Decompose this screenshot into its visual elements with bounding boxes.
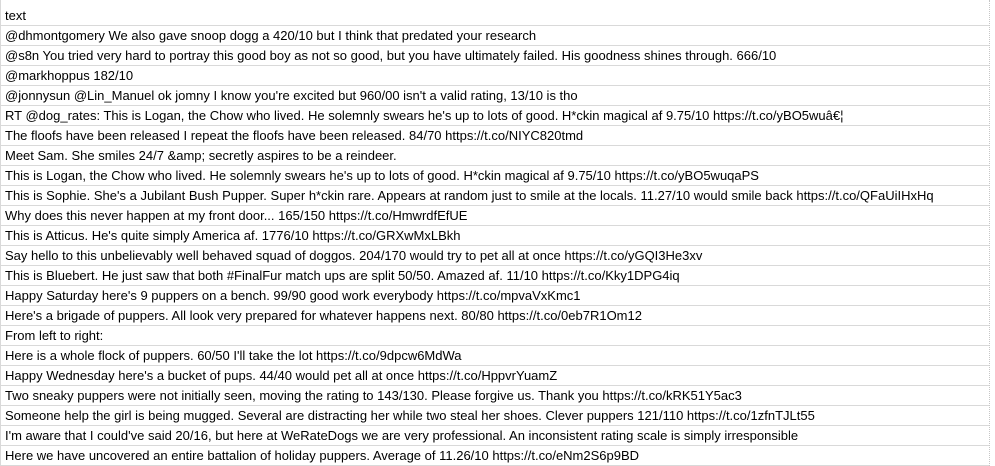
table-cell[interactable]: This is Sophie. She's a Jubilant Bush Pu…: [0, 186, 989, 206]
table-cell[interactable]: @dhmontgomery We also gave snoop dogg a …: [0, 26, 989, 46]
table-cell[interactable]: Here is a whole flock of puppers. 60/50 …: [0, 346, 989, 366]
spreadsheet-grid: text @dhmontgomery We also gave snoop do…: [0, 0, 995, 466]
table-cell[interactable]: This is Atticus. He's quite simply Ameri…: [0, 226, 989, 246]
table-cell[interactable]: RT @dog_rates: This is Logan, the Chow w…: [0, 106, 989, 126]
table-cell[interactable]: Two sneaky puppers were not initially se…: [0, 386, 989, 406]
table-cell[interactable]: From left to right:: [0, 326, 989, 346]
table-cell[interactable]: Here's a brigade of puppers. All look ve…: [0, 306, 989, 326]
table-cell[interactable]: I'm aware that I could've said 20/16, bu…: [0, 426, 989, 446]
table-cell[interactable]: @markhoppus 182/10: [0, 66, 989, 86]
table-cell[interactable]: Happy Wednesday here's a bucket of pups.…: [0, 366, 989, 386]
table-cell[interactable]: Someone help the girl is being mugged. S…: [0, 406, 989, 426]
table-cell[interactable]: @s8n You tried very hard to portray this…: [0, 46, 989, 66]
table-cell[interactable]: @jonnysun @Lin_Manuel ok jomny I know yo…: [0, 86, 989, 106]
table-cell[interactable]: Say hello to this unbelievably well beha…: [0, 246, 989, 266]
table-cell[interactable]: This is Logan, the Chow who lived. He so…: [0, 166, 989, 186]
column-divider[interactable]: [989, 0, 990, 466]
table-cell[interactable]: This is Bluebert. He just saw that both …: [0, 266, 989, 286]
table-cell[interactable]: Why does this never happen at my front d…: [0, 206, 989, 226]
table-cell[interactable]: Meet Sam. She smiles 24/7 &amp; secretly…: [0, 146, 989, 166]
table-cell[interactable]: Here we have uncovered an entire battali…: [0, 446, 989, 466]
table-cell[interactable]: The floofs have been released I repeat t…: [0, 126, 989, 146]
header-cell-text[interactable]: text: [0, 6, 989, 26]
table-cell[interactable]: Happy Saturday here's 9 puppers on a ben…: [0, 286, 989, 306]
